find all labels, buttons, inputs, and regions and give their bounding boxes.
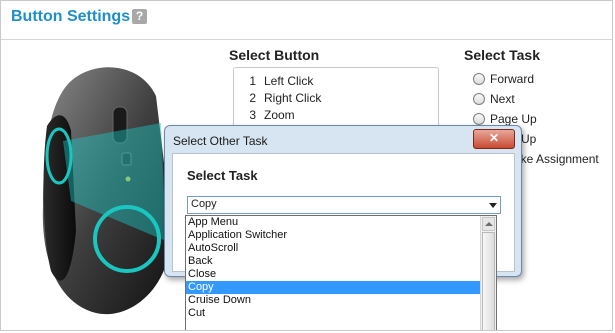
task-option-forward[interactable]: Forward: [473, 72, 534, 86]
task-combobox[interactable]: Copy: [187, 196, 501, 214]
settings-panel: Button Settings ? Select Button 1 Left Cl…: [0, 0, 613, 331]
dialog-heading: Select Task: [187, 168, 258, 183]
radio-icon[interactable]: [473, 93, 485, 105]
button-list-item[interactable]: 2 Right Click: [242, 91, 321, 105]
task-option-up[interactable]: Up: [521, 132, 536, 146]
combobox-value: Copy: [191, 198, 217, 210]
select-button-heading: Select Button: [229, 47, 320, 63]
button-list-item[interactable]: 3 Zoom: [242, 108, 294, 122]
button-list-item[interactable]: 1 Left Click: [242, 74, 313, 88]
dropdown-option[interactable]: AutoScroll: [186, 242, 482, 255]
dropdown-option[interactable]: Cut: [186, 307, 482, 320]
dialog-title: Select Other Task: [173, 134, 268, 148]
dropdown-option-selected[interactable]: Copy: [186, 281, 482, 294]
scrollbar-thumb[interactable]: [482, 232, 495, 330]
dropdown-option[interactable]: Close: [186, 268, 482, 281]
dropdown-option[interactable]: App Menu: [186, 216, 482, 229]
task-dropdown-list[interactable]: App Menu Application Switcher AutoScroll…: [185, 215, 497, 330]
chevron-down-icon[interactable]: [489, 203, 497, 208]
dropdown-scrollbar[interactable]: [480, 216, 496, 330]
dropdown-option[interactable]: Back: [186, 255, 482, 268]
radio-icon[interactable]: [473, 73, 485, 85]
close-icon[interactable]: ✕: [473, 129, 515, 149]
button-list: 1 Left Click 2 Right Click 3 Zoom: [233, 67, 439, 133]
dropdown-option[interactable]: Cruise Down: [186, 294, 482, 307]
radio-icon[interactable]: [473, 113, 485, 125]
scroll-up-icon[interactable]: [482, 217, 495, 231]
dropdown-option[interactable]: Application Switcher: [186, 229, 482, 242]
select-task-heading: Select Task: [464, 47, 541, 63]
task-option-page-up[interactable]: Page Up: [473, 112, 537, 126]
task-option-next[interactable]: Next: [473, 92, 515, 106]
task-option-keystroke-assignment[interactable]: oke Assignment: [514, 152, 599, 166]
